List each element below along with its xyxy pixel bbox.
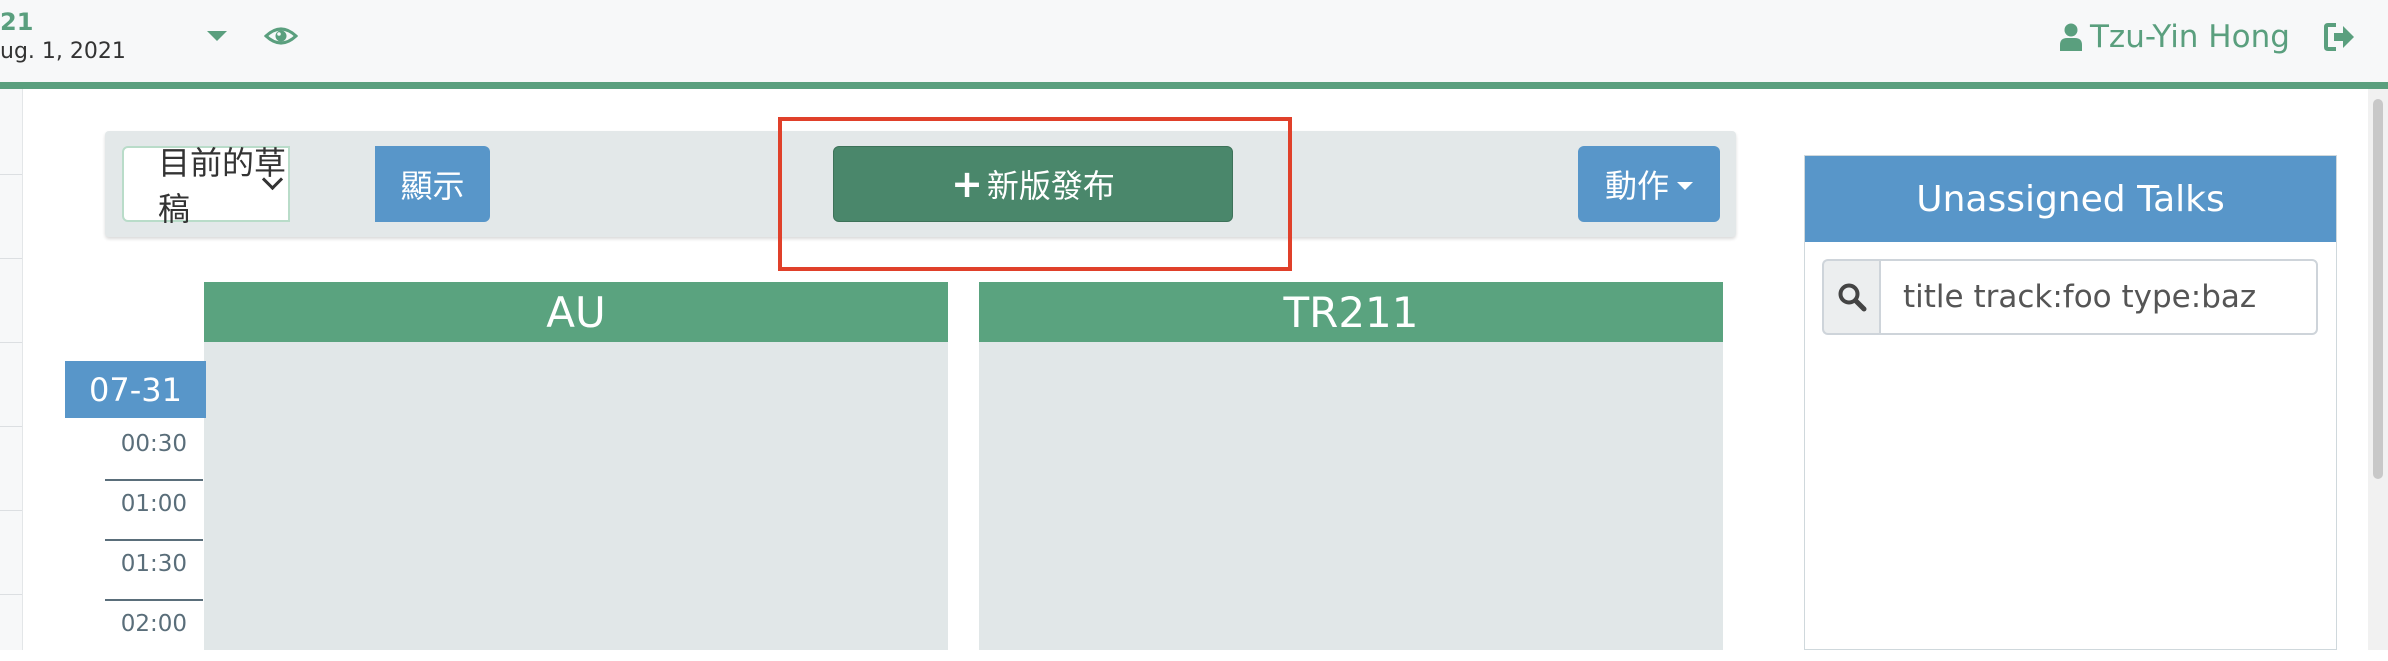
user-menu[interactable]: Tzu-Yin Hong (2060, 18, 2290, 56)
search-addon (1822, 259, 1879, 335)
search-icon (1838, 283, 1866, 312)
time-slot-label: 01:00 (105, 481, 203, 541)
room-header-tr211: TR211 (979, 282, 1723, 342)
room-header-au: AU (204, 282, 948, 342)
event-date: ug. 1, 2021 (0, 39, 126, 64)
eye-icon[interactable] (264, 24, 298, 48)
caret-down-icon (1677, 182, 1693, 190)
user-name: Tzu-Yin Hong (2090, 19, 2290, 55)
talk-search-group (1822, 259, 2318, 335)
actions-dropdown-button[interactable]: 動作 (1578, 146, 1720, 222)
event-title[interactable]: 21 (0, 8, 33, 36)
highlight-box (778, 117, 1292, 271)
time-slot-label: 00:30 (105, 421, 203, 481)
actions-label: 動作 (1604, 167, 1669, 205)
unassigned-talks-title: Unassigned Talks (1805, 156, 2336, 242)
day-label: 07-31 (65, 361, 206, 418)
top-navbar: 21 ug. 1, 2021 Tzu-Yin Hong (0, 0, 2388, 89)
unassigned-talks-panel: Unassigned Talks (1804, 155, 2337, 650)
left-sidebar-edge (0, 89, 23, 650)
version-select[interactable]: 目前的草稿 (122, 144, 290, 228)
talk-search-input[interactable] (1879, 259, 2318, 335)
scrollbar-thumb[interactable] (2373, 99, 2383, 479)
room-column-tr211[interactable] (979, 342, 1723, 650)
time-slot-label: 01:30 (105, 541, 203, 601)
caret-down-icon[interactable] (207, 31, 227, 41)
user-icon (2060, 23, 2082, 51)
page-scrollbar[interactable] (2368, 89, 2388, 650)
show-button[interactable]: 顯示 (375, 146, 490, 222)
time-slot-label: 02:00 (120, 611, 187, 637)
sign-out-icon[interactable] (2324, 22, 2356, 52)
room-column-au[interactable] (204, 342, 948, 650)
